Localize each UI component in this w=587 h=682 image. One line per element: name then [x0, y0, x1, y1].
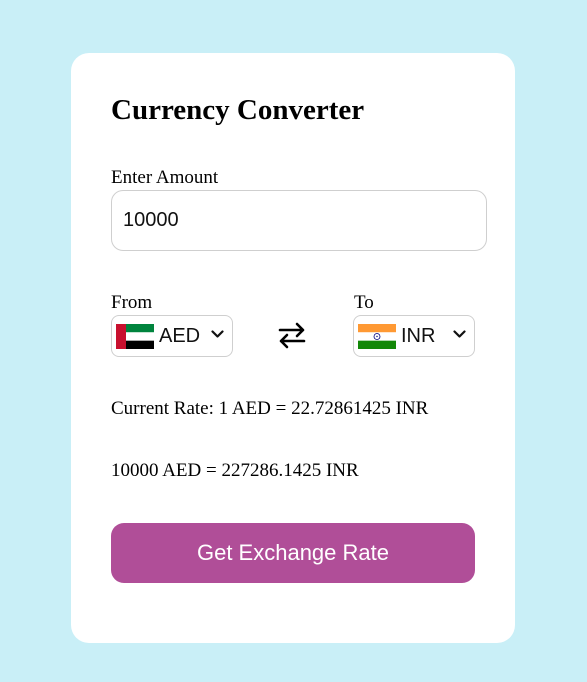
to-currency-code: INR	[401, 325, 436, 347]
amount-input[interactable]	[111, 190, 487, 251]
to-currency-select[interactable]: INR	[353, 315, 475, 357]
chevron-down-icon	[211, 330, 224, 338]
from-currency-code: AED	[159, 325, 201, 347]
get-exchange-rate-button[interactable]: Get Exchange Rate	[111, 523, 475, 583]
amount-label: Enter Amount	[111, 167, 219, 188]
uae-flag-icon	[116, 324, 154, 349]
india-flag-icon	[358, 324, 396, 349]
swap-arrows-icon[interactable]	[277, 320, 307, 350]
converter-card: Currency Converter Enter Amount From To …	[71, 53, 515, 643]
exchange-rate-text: Current Rate: 1 AED = 22.72861425 INR	[111, 398, 429, 419]
chevron-down-icon	[453, 330, 466, 338]
from-label: From	[111, 292, 153, 313]
page-title: Currency Converter	[111, 94, 365, 126]
conversion-result-text: 10000 AED = 227286.1425 INR	[111, 460, 359, 481]
from-currency-select[interactable]: AED	[111, 315, 233, 357]
to-label: To	[354, 292, 374, 313]
